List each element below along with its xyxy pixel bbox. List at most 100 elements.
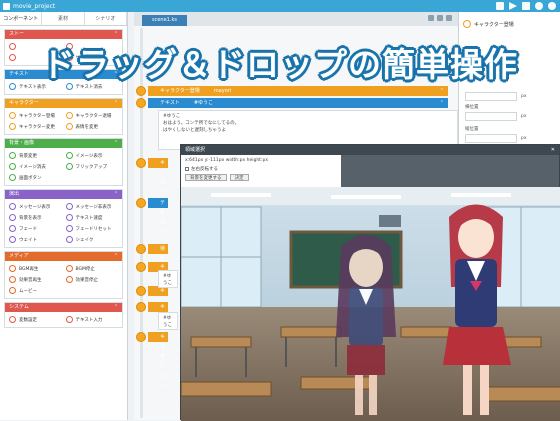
command-icon <box>65 316 73 323</box>
command-label: キャラクター退場 <box>75 113 112 119</box>
category-3: 背景・画像 ⌃ 背景変更 イメージ表示イメージ消去 フリックアップ 画面ボタン <box>4 138 123 186</box>
save-icon[interactable] <box>496 2 504 10</box>
tab-materials[interactable]: 素材 <box>42 12 85 25</box>
confirm-button[interactable]: 決定 <box>229 174 249 181</box>
command-label: イメージ消去 <box>19 164 46 170</box>
command-row[interactable]: キャラクター⌃ <box>148 332 168 390</box>
help-icon[interactable] <box>548 2 556 10</box>
command-icon <box>9 214 16 221</box>
chevron-up-icon[interactable]: ⌃ <box>114 252 118 261</box>
command-item[interactable]: フェードリセット <box>65 224 119 233</box>
command-item[interactable]: ウェイト <box>9 235 62 244</box>
timeline-node[interactable] <box>136 332 146 342</box>
timeline-node[interactable] <box>136 244 146 254</box>
text-block[interactable]: #ゆうこ よ <box>158 270 178 288</box>
command-item[interactable]: 画面ボタン <box>9 173 62 182</box>
command-item[interactable]: テキスト速度 <box>65 213 119 222</box>
command-row[interactable]: キャラクター⌃ <box>148 302 168 360</box>
banner-text: ドラッグ＆ドロップの簡単操作 <box>42 45 518 84</box>
command-item[interactable]: 表情を変更 <box>65 122 119 131</box>
chevron-up-icon[interactable]: ⌃ <box>160 254 164 264</box>
tab-scenario[interactable]: シナリオ <box>85 12 127 25</box>
category-header[interactable]: システム ⌃ <box>5 303 122 312</box>
command-icon <box>65 112 73 119</box>
play-icon[interactable] <box>509 2 517 10</box>
chevron-up-icon[interactable]: ⌃ <box>160 228 164 238</box>
command-item[interactable]: イメージ消去 <box>9 162 62 171</box>
command-item[interactable]: BGM再生 <box>9 264 62 273</box>
command-icon <box>65 225 73 232</box>
command-label: 変数設定 <box>19 317 37 323</box>
chevron-up-icon[interactable]: ⌃ <box>440 98 444 108</box>
timeline-node[interactable] <box>136 262 146 272</box>
command-item[interactable]: フリックアップ <box>65 162 119 171</box>
command-item[interactable]: 効果音再生 <box>9 275 62 284</box>
close-icon[interactable]: ✕ <box>551 145 555 155</box>
promo-banner: ドラッグ＆ドロップの簡単操作 <box>0 36 560 88</box>
timeline-node[interactable] <box>136 158 146 168</box>
editor-tabbar: scene1.ks <box>134 12 458 26</box>
prop-field-1[interactable] <box>465 112 517 121</box>
lock-icon[interactable] <box>446 15 452 21</box>
prop-unit-2: px <box>521 136 527 141</box>
command-label: シェイク <box>75 237 94 243</box>
command-item[interactable]: 背景変更 <box>9 151 62 160</box>
settings-icon[interactable] <box>535 2 543 10</box>
command-row[interactable]: 待止 ⌃ <box>148 244 168 262</box>
prop-field-2[interactable] <box>465 134 517 143</box>
command-item[interactable]: キャラクター退場 <box>65 111 119 120</box>
command-label: テキスト速度 <box>75 215 103 221</box>
timeline-node[interactable] <box>136 286 146 296</box>
category-header[interactable]: 背景・画像 ⌃ <box>5 139 122 148</box>
command-item[interactable]: キャラクター変更 <box>9 122 62 131</box>
command-item[interactable]: 効果音停止 <box>65 275 119 284</box>
command-item[interactable]: ムービー <box>9 286 62 295</box>
preview-icon[interactable] <box>522 2 530 10</box>
command-item[interactable]: メッセージ表示 <box>9 202 62 211</box>
checkbox-box[interactable] <box>185 167 189 171</box>
command-item[interactable]: 背景を表示 <box>9 213 62 222</box>
tab-components[interactable]: コンポーネント <box>0 12 43 25</box>
command-icon <box>9 123 16 130</box>
category-header[interactable]: 演出 ⌃ <box>5 190 122 199</box>
prop-label-2: 縦位置 <box>465 127 479 132</box>
command-label: フェードリセット <box>75 226 112 232</box>
command-icon <box>9 236 16 243</box>
tab-scene1[interactable]: scene1.ks <box>142 15 187 26</box>
app-icon <box>3 2 10 10</box>
command-item[interactable]: フェード <box>9 224 62 233</box>
row-value: #ゆうこ <box>193 100 214 106</box>
category-items: BGM再生 BGM停止 効果音再生 効果音停止ムービー <box>5 261 122 298</box>
command-row[interactable]: テキスト ⌃ <box>148 198 168 236</box>
command-item[interactable]: テキスト入力 <box>65 315 119 324</box>
category-header[interactable]: メディア ⌃ <box>5 252 122 261</box>
command-row[interactable]: キャラクター⌃ <box>148 158 168 216</box>
flip-checkbox[interactable]: 左右反転する <box>185 166 337 172</box>
command-item[interactable]: BGM停止 <box>65 264 119 273</box>
command-item[interactable]: メッセージ非表示 <box>65 202 119 211</box>
command-label: メッセージ表示 <box>19 204 51 210</box>
command-item[interactable]: 変数設定 <box>9 315 62 324</box>
command-icon <box>65 203 73 210</box>
text-block[interactable]: #ゆうこ ど <box>158 312 178 330</box>
timeline-node[interactable] <box>136 198 146 208</box>
command-row[interactable]: テキスト #ゆうこ ⌃ <box>148 98 448 108</box>
timeline-node[interactable] <box>136 98 146 108</box>
command-icon <box>65 123 73 130</box>
command-item[interactable]: イメージ表示 <box>65 151 119 160</box>
command-item[interactable]: キャラクター登場 <box>9 111 62 120</box>
chevron-up-icon[interactable]: ⌃ <box>114 303 118 312</box>
category-header[interactable]: キャラクター ⌃ <box>5 99 122 108</box>
chevron-up-icon[interactable]: ⌃ <box>114 99 118 108</box>
chevron-up-icon[interactable]: ⌃ <box>160 382 164 392</box>
chevron-up-icon[interactable]: ⌃ <box>114 139 118 148</box>
delete-icon[interactable] <box>437 15 443 21</box>
prop-field-0[interactable] <box>465 92 517 101</box>
menu-icon[interactable] <box>428 15 434 21</box>
command-label: ムービー <box>19 288 37 294</box>
change-background-button[interactable]: 背景を変更する <box>185 174 227 181</box>
timeline-node[interactable] <box>136 302 146 312</box>
command-item[interactable]: シェイク <box>65 235 119 244</box>
chevron-up-icon[interactable]: ⌃ <box>114 190 118 199</box>
category-items: メッセージ表示 メッセージ非表示 背景を表示 テキスト速度フェード フェードリセットウェ… <box>5 199 122 247</box>
